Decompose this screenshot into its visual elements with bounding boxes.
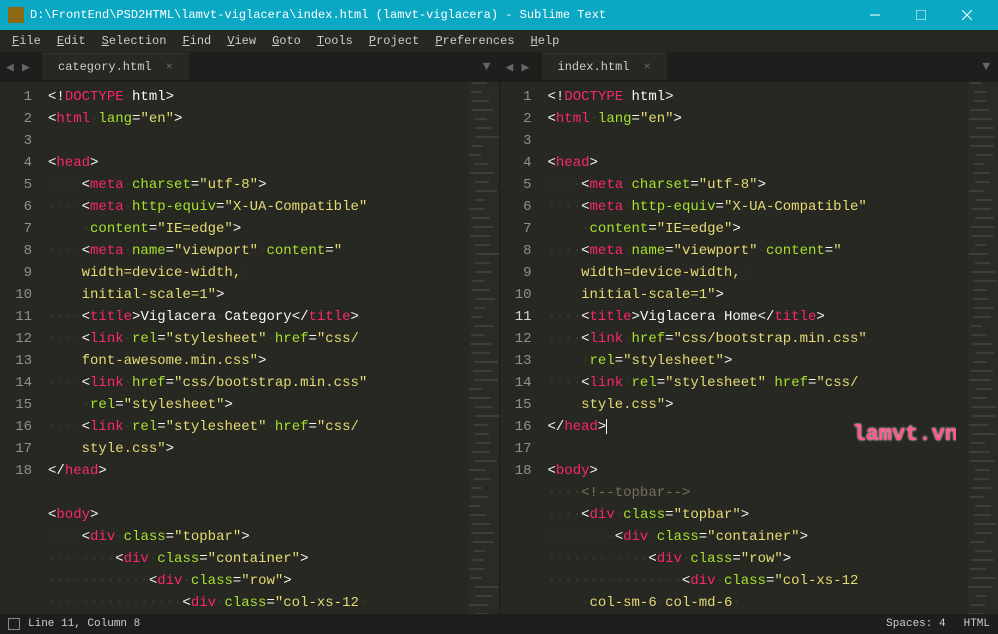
code-line[interactable]: ·content="IE=edge"> [548,218,957,240]
code-line[interactable]: ················<div·class="col-xs-12· [48,592,457,614]
tab[interactable]: index.html × [542,53,667,80]
minimap[interactable] [469,82,499,614]
menubar: FileEditSelectionFindViewGotoToolsProjec… [0,30,998,52]
code-line[interactable]: ····<link·rel="stylesheet"·href="css/ [548,372,957,394]
code-line[interactable]: <head> [48,152,457,174]
tab-next-icon[interactable]: ▶ [522,60,536,74]
code-area[interactable]: <!DOCTYPE·html><html·lang="en"> <head>··… [48,82,457,614]
close-button[interactable] [944,0,990,30]
code-line[interactable]: initial-scale=1"> [548,284,957,306]
code-line[interactable]: <!DOCTYPE·html> [48,86,457,108]
menu-edit[interactable]: Edit [49,31,94,51]
code-line[interactable]: ····<link·rel="stylesheet"·href="css/ [48,328,457,350]
code-line[interactable]: </head> [548,416,957,438]
code-line[interactable]: ····<meta·name="viewport"·content=" [548,240,957,262]
code-line[interactable]: ····<link·href="css/bootstrap.min.css" [548,328,957,350]
code-line[interactable]: ········<div·class="container"> [48,548,457,570]
menu-tools[interactable]: Tools [309,31,361,51]
scrollbar[interactable] [956,82,968,614]
code-line[interactable]: </head> [48,460,457,482]
tab-close-icon[interactable]: × [644,60,651,74]
code-line[interactable] [48,482,457,504]
code-line[interactable]: ················<div·class="col-xs-12 [548,570,957,592]
menu-find[interactable]: Find [174,31,219,51]
status-position: Line 11, Column 8 [28,618,140,630]
code-line[interactable]: ············<div·class="row"> [548,548,957,570]
code-line[interactable]: ····<!--topbar--> [548,482,957,504]
window-title: D:\FrontEnd\PSD2HTML\lamvt-viglacera\ind… [30,8,852,22]
tab-next-icon[interactable]: ▶ [22,60,36,74]
code-line[interactable]: ····<meta·charset="utf-8"> [548,174,957,196]
code-line[interactable]: style.css"> [548,394,957,416]
menu-file[interactable]: File [4,31,49,51]
code-line[interactable]: <head> [548,152,957,174]
code-line[interactable]: ·rel="stylesheet"> [548,350,957,372]
editor-pane-1: ◀▶index.html×▼lamvt.vn123456789101112131… [500,52,998,614]
tab-dropdown-icon[interactable]: ▼ [475,59,499,74]
code-line[interactable]: ····<meta·name="viewport"·content=" [48,240,457,262]
code-line[interactable]: ····<link·href="css/bootstrap.min.css" [48,372,457,394]
maximize-button[interactable] [898,0,944,30]
editor[interactable]: 123456789101112131415161718<!DOCTYPE·htm… [0,82,499,614]
code-line[interactable]: style.css"> [48,438,457,460]
tabbar: ◀▶ category.html × ▼ [0,52,499,82]
code-line[interactable]: ····<title>Viglacera·Category</title> [48,306,457,328]
tab-label: category.html [58,60,152,74]
tab-prev-icon[interactable]: ◀ [506,60,520,74]
menu-goto[interactable]: Goto [264,31,309,51]
code-line[interactable]: ·rel="stylesheet"> [48,394,457,416]
code-area[interactable]: <!DOCTYPE·html><html·lang="en"> <head>··… [548,82,957,614]
minimize-button[interactable] [852,0,898,30]
statusbar: Line 11, Column 8 Spaces: 4 HTML [0,614,998,634]
code-line[interactable]: width=device-width,· [48,262,457,284]
code-line[interactable]: <body> [48,504,457,526]
gutter: 123456789101112131415161718 [500,82,548,614]
tab-label: index.html [558,60,630,74]
menu-help[interactable]: Help [523,31,568,51]
status-icon[interactable] [8,618,20,630]
code-line[interactable]: ····<link·rel="stylesheet"·href="css/ [48,416,457,438]
code-line[interactable]: width=device-width,· [548,262,957,284]
tab[interactable]: category.html × [42,53,189,80]
code-line[interactable]: <!DOCTYPE·html> [548,86,957,108]
tab-close-icon[interactable]: × [166,60,173,74]
tabbar: ◀▶ index.html × ▼ [500,52,998,82]
menu-project[interactable]: Project [361,31,427,51]
scrollbar[interactable] [457,82,469,614]
editor[interactable]: 123456789101112131415161718<!DOCTYPE·htm… [500,82,998,614]
gutter: 123456789101112131415161718 [0,82,48,614]
menu-preferences[interactable]: Preferences [427,31,522,51]
code-line[interactable]: ····<meta·http-equiv="X-UA-Compatible" [48,196,457,218]
code-line[interactable]: <html·lang="en"> [48,108,457,130]
code-line[interactable]: ····<meta·http-equiv="X-UA-Compatible" [548,196,957,218]
code-line[interactable]: ·col-sm-6·col-md-6· [548,592,957,614]
code-line[interactable] [548,130,957,152]
status-syntax[interactable]: HTML [964,618,990,630]
code-line[interactable]: ····<title>Viglacera·Home</title> [548,306,957,328]
code-line[interactable]: <html·lang="en"> [548,108,957,130]
code-line[interactable]: initial-scale=1"> [48,284,457,306]
code-line[interactable]: ·content="IE=edge"> [48,218,457,240]
status-spaces[interactable]: Spaces: 4 [886,618,945,630]
editor-pane-0: ◀▶ category.html × ▼ 12345678910111213141516… [0,52,500,614]
menu-selection[interactable]: Selection [94,31,175,51]
tab-dropdown-icon[interactable]: ▼ [974,59,998,74]
app-icon [8,7,24,23]
code-line[interactable] [548,438,957,460]
minimap[interactable] [968,82,998,614]
code-line[interactable]: ····<div·class="topbar"> [48,526,457,548]
code-line[interactable]: ····<meta·charset="utf-8"> [48,174,457,196]
code-line[interactable]: <body> [548,460,957,482]
code-line[interactable]: ············<div·class="row"> [48,570,457,592]
code-line[interactable]: font-awesome.min.css"> [48,350,457,372]
code-line[interactable] [48,130,457,152]
menu-view[interactable]: View [219,31,264,51]
tab-prev-icon[interactable]: ◀ [6,60,20,74]
code-line[interactable]: ····<div·class="topbar"> [548,504,957,526]
code-line[interactable]: ········<div·class="container"> [548,526,957,548]
titlebar: D:\FrontEnd\PSD2HTML\lamvt-viglacera\ind… [0,0,998,30]
